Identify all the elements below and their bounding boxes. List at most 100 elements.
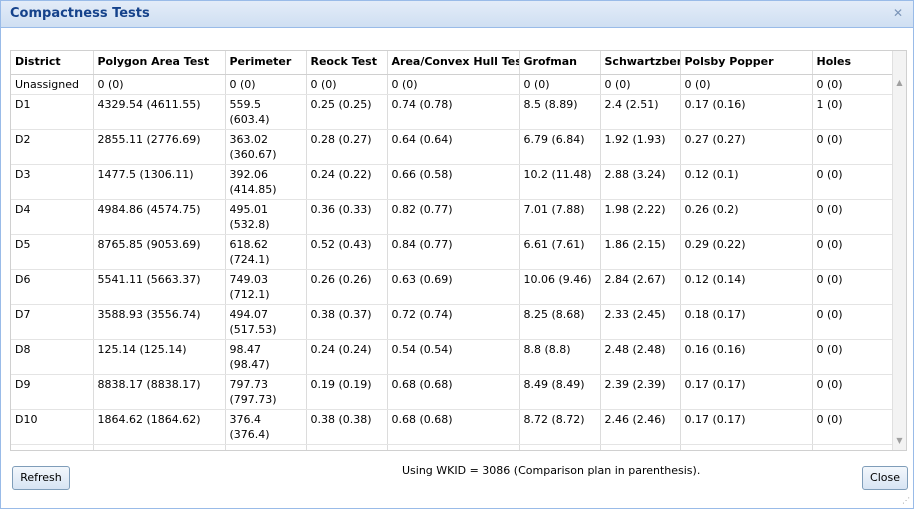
column-header[interactable]: Polsby Popper — [680, 51, 813, 75]
table-cell: 0 (0) — [812, 269, 893, 305]
table-cell: 0 (0) — [812, 374, 893, 410]
table-cell: 0 (0) — [812, 74, 893, 95]
table-cell: 0 (0) — [812, 339, 893, 375]
table-cell: 0.68 (0.68) — [387, 374, 520, 410]
district-cell: D11 — [11, 444, 94, 450]
table-row[interactable]: D11403.95 (403.95)181.25 (181.25)0.36 (0… — [11, 444, 893, 450]
table-cell: 0.84 (0.77) — [387, 234, 520, 270]
scroll-down-icon[interactable]: ▼ — [894, 436, 905, 447]
column-header[interactable]: Area/Convex Hull Test — [387, 51, 520, 75]
table-cell: 0.66 (0.58) — [387, 164, 520, 200]
table-row[interactable]: Unassigned 0 (0) 0 (0) 0 (0) 0 (0) 0 (0) 0 (0)… — [11, 74, 893, 95]
district-cell: D5 — [11, 234, 94, 270]
district-cell: D4 — [11, 199, 94, 235]
table-cell: 797.73 (797.73) — [225, 374, 307, 410]
table-cell: 0 (0) — [812, 234, 893, 270]
district-cell: D10 — [11, 409, 94, 445]
table-cell: 2.46 (2.46) — [600, 409, 681, 445]
table-cell: 0.65 (0.65) — [387, 444, 520, 450]
table-cell: 4984.86 (4574.75) — [93, 199, 226, 235]
table-row[interactable]: D10 1864.62 (1864.62) 376.4 (376.4) 0.38 (0… — [11, 409, 893, 445]
table-cell: 1 (0) — [812, 94, 893, 130]
title-bar[interactable]: Compactness Tests ✕ — [1, 1, 913, 28]
district-cell: D9 — [11, 374, 94, 410]
table-cell: 0.25 (0.25) — [306, 94, 388, 130]
compactness-dialog: Compactness Tests ✕ District Polygon Are… — [0, 0, 914, 509]
table-cell: 0.16 (0.16) — [680, 339, 813, 375]
district-cell: D2 — [11, 129, 94, 165]
dialog-title: Compactness Tests — [10, 6, 150, 21]
district-cell: D1 — [11, 94, 94, 130]
column-header[interactable]: Grofman — [519, 51, 601, 75]
table-cell: 0 (0) — [519, 74, 601, 95]
table-row[interactable]: D3 1477.5 (1306.11) 392.06 (414.85) 0.24 (0… — [11, 164, 893, 200]
column-header[interactable]: District — [11, 51, 94, 75]
column-header[interactable]: Reock Test — [306, 51, 388, 75]
table-cell: 0 (0) — [812, 444, 893, 450]
district-cell: D3 — [11, 164, 94, 200]
table-cell: 0.38 (0.38) — [306, 409, 388, 445]
table-cell: 6.61 (7.61) — [519, 234, 601, 270]
table-cell: 0.17 (0.17) — [680, 409, 813, 445]
table-cell: 10.2 (11.48) — [519, 164, 601, 200]
table-cell: 1.86 (2.15) — [600, 234, 681, 270]
column-header[interactable]: Schwartzberg — [600, 51, 681, 75]
table-cell: 1.92 (1.93) — [600, 129, 681, 165]
table-cell: 0.38 (0.37) — [306, 304, 388, 340]
table-cell: 363.02 (360.67) — [225, 129, 307, 165]
table-cell: 8.49 (8.49) — [519, 374, 601, 410]
table-cell: 2.4 (2.51) — [600, 94, 681, 130]
column-header[interactable]: Polygon Area Test — [93, 51, 226, 75]
table-cell: 392.06 (414.85) — [225, 164, 307, 200]
table-cell: 7.01 (7.88) — [519, 199, 601, 235]
table-cell: 2855.11 (2776.69) — [93, 129, 226, 165]
table-cell: 0.28 (0.27) — [306, 129, 388, 165]
table-cell: 0.74 (0.78) — [387, 94, 520, 130]
table-cell: 0.26 (0.26) — [306, 269, 388, 305]
table-cell: 5541.11 (5663.37) — [93, 269, 226, 305]
column-header[interactable]: Holes — [812, 51, 893, 75]
table-cell: 559.5 (603.4) — [225, 94, 307, 130]
table-cell: 0.82 (0.77) — [387, 199, 520, 235]
table-cell: 8.25 (8.68) — [519, 304, 601, 340]
table-row[interactable]: D6 5541.11 (5663.37) 749.03 (712.1) 0.26 (0… — [11, 269, 893, 305]
table-cell: 2.88 (3.24) — [600, 164, 681, 200]
table-cell: 0.12 (0.14) — [680, 269, 813, 305]
table-row[interactable]: D4 4984.86 (4574.75) 495.01 (532.8) 0.36 (0… — [11, 199, 893, 235]
table-row[interactable]: D2 2855.11 (2776.69) 363.02 (360.67) 0.28 (… — [11, 129, 893, 165]
table-cell: 0.15 (0.15) — [680, 444, 813, 450]
table-row[interactable]: D8 125.14 (125.14) 98.47 (98.47) 0.24 (0.24… — [11, 339, 893, 375]
column-header[interactable]: Perimeter — [225, 51, 307, 75]
table-cell: 8.5 (8.89) — [519, 94, 601, 130]
close-button[interactable]: Close — [862, 466, 908, 490]
table-row[interactable]: D1 4329.54 (4611.55) 559.5 (603.4) 0.25 (0.… — [11, 94, 893, 130]
district-cell: Unassigned — [11, 74, 94, 95]
resize-grip-icon[interactable]: ⋰ — [902, 496, 910, 505]
vertical-scrollbar[interactable]: ▲ ▼ — [892, 51, 906, 450]
district-cell: D6 — [11, 269, 94, 305]
refresh-button[interactable]: Refresh — [12, 466, 70, 490]
table-cell: 0 (0) — [387, 74, 520, 95]
table-cell: 0.19 (0.19) — [306, 374, 388, 410]
table-cell: 2.48 (2.48) — [600, 339, 681, 375]
table-cell: 376.4 (376.4) — [225, 409, 307, 445]
table-cell: 2.54 (2.54) — [600, 444, 681, 450]
table-cell: 0 (0) — [306, 74, 388, 95]
table-cell: 2.33 (2.45) — [600, 304, 681, 340]
header-row: District Polygon Area Test Perimeter Reo… — [11, 51, 893, 75]
table-cell: 10.06 (9.46) — [519, 269, 601, 305]
table-cell: 8838.17 (8838.17) — [93, 374, 226, 410]
close-icon[interactable]: ✕ — [893, 6, 903, 20]
table-cell: 0.72 (0.74) — [387, 304, 520, 340]
table-cell: 0.36 (0.36) — [306, 444, 388, 450]
scroll-up-icon[interactable]: ▲ — [894, 78, 905, 89]
table-cell: 0.64 (0.64) — [387, 129, 520, 165]
table-row[interactable]: D9 8838.17 (8838.17) 797.73 (797.73) 0.19 (… — [11, 374, 893, 410]
wkid-note: Using WKID = 3086 (Comparison plan in pa… — [402, 464, 701, 477]
table-row[interactable]: D7 3588.93 (3556.74) 494.07 (517.53) 0.38 (… — [11, 304, 893, 340]
table-cell: 0 (0) — [812, 164, 893, 200]
table-cell: 403.95 (403.95) — [93, 444, 226, 450]
table-cell: 4329.54 (4611.55) — [93, 94, 226, 130]
table-cell: 0 (0) — [93, 74, 226, 95]
table-row[interactable]: D5 8765.85 (9053.69) 618.62 (724.1) 0.52 (0… — [11, 234, 893, 270]
